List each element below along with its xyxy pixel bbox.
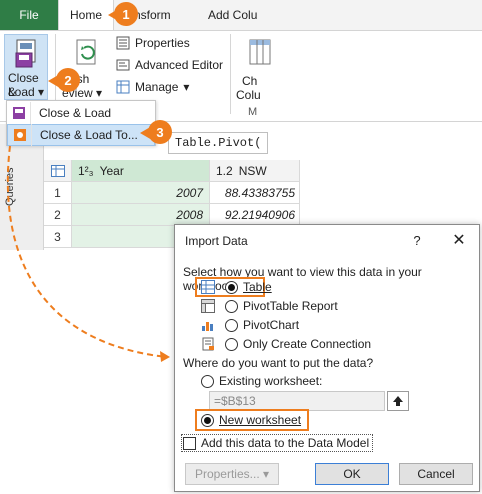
option-label-only-connection: Only Create Connection [243, 337, 372, 351]
focus-rectangle [181, 434, 373, 452]
properties-button[interactable]: Properties... ▾ [185, 463, 279, 485]
radio-pivotchart[interactable] [225, 319, 238, 332]
close-button[interactable]: ✕ [447, 230, 471, 250]
help-button[interactable]: ? [407, 230, 427, 250]
collapse-dialog-button[interactable] [387, 391, 409, 411]
callout-2: 2 [56, 68, 80, 92]
pivottable-icon [201, 299, 215, 313]
callout-3: 3 [148, 120, 172, 144]
dialog-title: Import Data [185, 234, 248, 248]
chevron-down-icon: ▾ [263, 467, 270, 481]
radio-table[interactable] [225, 281, 238, 294]
option-label-pivotchart: PivotChart [243, 318, 300, 332]
radio-only-connection[interactable] [225, 338, 238, 351]
table-icon [201, 280, 215, 294]
arrow-up-icon [393, 396, 403, 406]
connection-icon [202, 337, 214, 351]
import-data-dialog: Import Data ? ✕ Select how you want to v… [174, 224, 480, 492]
option-label-pivottable: PivotTable Report [243, 299, 338, 313]
radio-pivottable[interactable] [225, 300, 238, 313]
new-worksheet-label: New worksheet [219, 413, 302, 427]
pivotchart-icon [202, 322, 213, 331]
cell-reference-input[interactable]: =$B$13 [209, 391, 385, 411]
cancel-button[interactable]: Cancel [399, 463, 473, 485]
radio-new-worksheet[interactable] [201, 414, 214, 427]
ok-button[interactable]: OK [315, 463, 389, 485]
radio-existing-worksheet[interactable] [201, 375, 214, 388]
option-label-table: Table [243, 280, 272, 294]
location-prompt: Where do you want to put the data? [183, 356, 374, 370]
existing-worksheet-label: Existing worksheet: [219, 374, 323, 388]
callout-1: 1 [114, 2, 138, 26]
